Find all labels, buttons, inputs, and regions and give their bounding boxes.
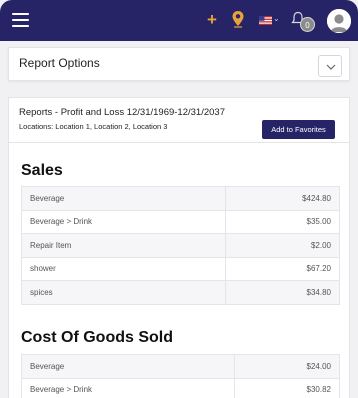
- avatar[interactable]: [327, 9, 351, 33]
- table-row: shower $67.20: [21, 256, 340, 281]
- row-name: Beverage: [21, 354, 235, 379]
- report-title: Reports - Profit and Loss 12/31/1969-12/…: [19, 107, 225, 118]
- report-options-title: Report Options: [19, 56, 100, 70]
- table-row: Beverage > Drink $30.82: [21, 377, 340, 398]
- cogs-section-title: Cost Of Goods Sold: [21, 329, 173, 346]
- plus-icon[interactable]: +: [207, 11, 217, 28]
- report-card: Reports - Profit and Loss 12/31/1969-12/…: [8, 97, 350, 398]
- location-pin-icon[interactable]: [231, 10, 245, 28]
- sales-table: Beverage $424.80 Beverage > Drink $35.00…: [21, 186, 340, 305]
- report-header: Reports - Profit and Loss 12/31/1969-12/…: [9, 98, 349, 143]
- report-options-panel: Report Options: [8, 47, 350, 81]
- row-name: Beverage > Drink: [21, 377, 235, 398]
- us-flag-icon[interactable]: [259, 16, 272, 25]
- report-options-toggle-button[interactable]: [318, 55, 342, 77]
- row-amount: $35.00: [225, 209, 340, 234]
- table-row: Repair Item $2.00: [21, 233, 340, 258]
- table-row: spices $34.80: [21, 280, 340, 305]
- row-name: Beverage: [21, 186, 226, 211]
- row-name: spices: [21, 280, 226, 305]
- row-amount: $24.00: [234, 354, 340, 379]
- row-name: Repair Item: [21, 233, 226, 258]
- notification-count-badge[interactable]: 0: [300, 17, 315, 32]
- row-amount: $2.00: [225, 233, 340, 258]
- top-navigation-bar: + ⌄ 0: [0, 0, 358, 41]
- row-amount: $34.80: [225, 280, 340, 305]
- cogs-table: Beverage $24.00 Beverage > Drink $30.82: [21, 354, 340, 398]
- sales-section-title: Sales: [21, 162, 63, 179]
- row-name: shower: [21, 256, 226, 281]
- row-name: Beverage > Drink: [21, 209, 226, 234]
- row-amount: $424.80: [225, 186, 340, 211]
- add-to-favorites-button[interactable]: Add to Favorites: [262, 120, 335, 139]
- table-row: Beverage $424.80: [21, 186, 340, 211]
- hamburger-menu-icon[interactable]: [12, 13, 29, 28]
- table-row: Beverage > Drink $35.00: [21, 209, 340, 234]
- table-row: Beverage $24.00: [21, 354, 340, 379]
- chevron-down-icon: [326, 64, 336, 70]
- report-locations: Locations: Location 1, Location 2, Locat…: [19, 122, 168, 131]
- row-amount: $67.20: [225, 256, 340, 281]
- row-amount: $30.82: [234, 377, 340, 398]
- chevron-down-icon[interactable]: ⌄: [273, 14, 280, 23]
